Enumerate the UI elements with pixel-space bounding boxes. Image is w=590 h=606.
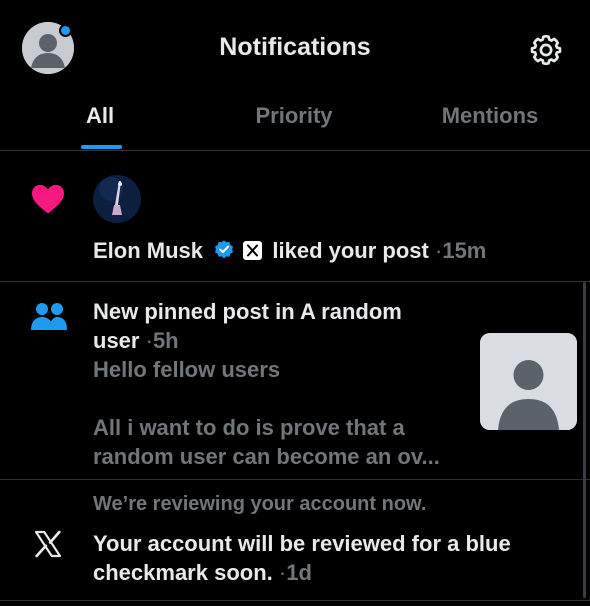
avatar-image — [93, 175, 141, 223]
pinned-headline-line2: user ·5h — [93, 326, 179, 355]
post-preview-line: All i want to do is prove that a — [93, 415, 405, 440]
gear-icon[interactable] — [528, 32, 564, 68]
page-title: Notifications — [219, 33, 371, 61]
x-logo-icon — [243, 241, 263, 260]
header: Notifications — [0, 0, 590, 95]
post-preview-line: Hello fellow users — [93, 357, 281, 382]
like-line: Elon Musk liked your post ·15m — [93, 236, 486, 265]
tab-mentions[interactable]: Mentions — [420, 103, 560, 129]
x-logo-icon — [34, 530, 62, 558]
notification-pinned-post[interactable]: New pinned post in A random user ·5h Hel… — [0, 282, 590, 479]
tab-all[interactable]: All — [68, 103, 132, 129]
tab-bar: All Priority Mentions — [0, 95, 590, 149]
time: 1d — [286, 560, 312, 585]
notifications-screen: Notifications All Priority Mentions Elon… — [0, 0, 590, 606]
heart-icon — [32, 184, 64, 214]
notification-divider — [0, 600, 590, 601]
review-message-line: Your account will be reviewed for a blue — [93, 531, 511, 556]
active-tab-indicator — [81, 145, 122, 149]
time: 5h — [152, 328, 179, 353]
people-icon — [31, 303, 67, 330]
pinned-headline: New pinned post in A random — [93, 299, 402, 324]
review-message-end: checkmark soon. — [93, 560, 273, 585]
elon-musk-avatar[interactable] — [93, 175, 141, 223]
default-avatar-icon — [480, 333, 577, 430]
notification-like[interactable]: Elon Musk liked your post ·15m — [0, 151, 590, 281]
headline-user: user — [93, 328, 140, 353]
review-message-line2: checkmark soon. ·1d — [93, 558, 312, 587]
like-action: liked your post — [272, 238, 429, 263]
verified-badge-icon — [215, 240, 234, 259]
post-preview-line: random user can become an ov... — [93, 444, 440, 469]
review-subtitle: We’re reviewing your account now. — [93, 493, 427, 515]
scrollbar[interactable] — [583, 282, 586, 598]
notification-account-review[interactable]: We’re reviewing your account now. Your a… — [0, 480, 590, 600]
separator: · — [145, 328, 153, 353]
post-thumbnail[interactable] — [480, 333, 577, 430]
time: 15m — [442, 238, 487, 263]
user-name[interactable]: Elon Musk — [93, 238, 203, 263]
tab-priority[interactable]: Priority — [224, 103, 364, 129]
